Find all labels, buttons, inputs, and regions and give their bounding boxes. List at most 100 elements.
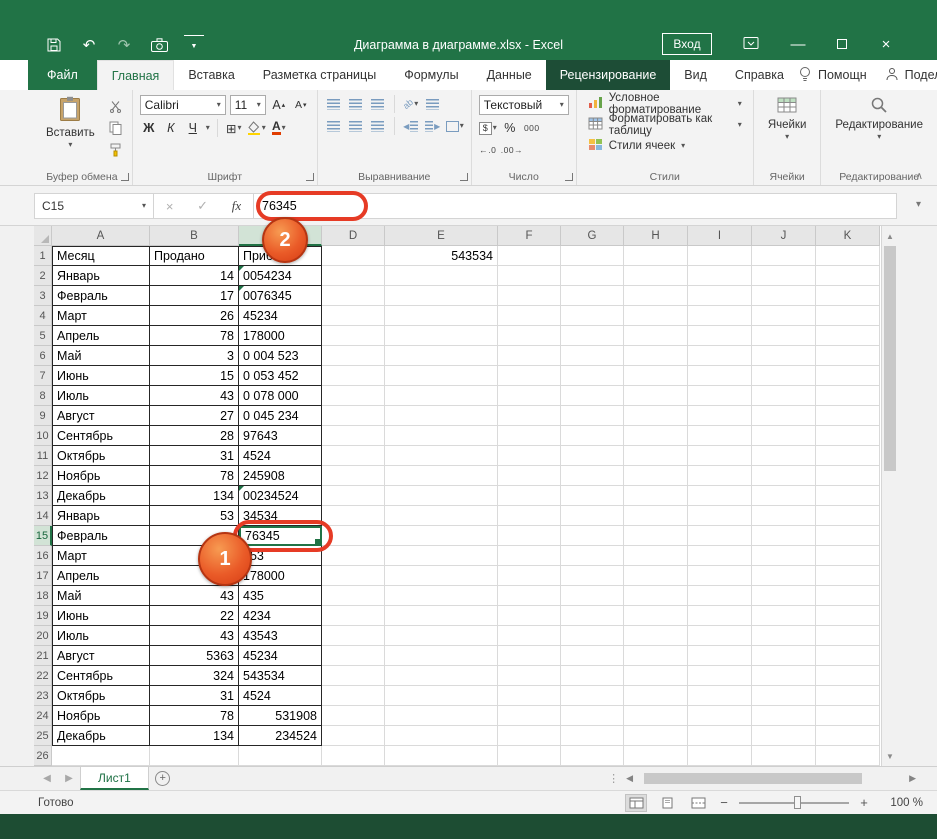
row-header-2[interactable]: 2 [34, 266, 52, 286]
row-header-22[interactable]: 22 [34, 666, 52, 686]
wrap-text-icon[interactable] [424, 95, 442, 113]
column-header-F[interactable]: F [498, 226, 561, 246]
cell-C3[interactable]: 0076345 [239, 286, 322, 306]
vertical-scrollbar[interactable]: ▲ ▼ [881, 226, 898, 766]
cell-B20[interactable]: 43 [150, 626, 239, 646]
assistant-button[interactable]: Помощн [798, 66, 867, 85]
cell-B23[interactable]: 31 [150, 686, 239, 706]
cell-D25[interactable] [322, 726, 385, 746]
cell-I8[interactable] [688, 386, 752, 406]
cell-K18[interactable] [816, 586, 880, 606]
align-middle-icon[interactable] [347, 95, 365, 113]
cell-J18[interactable] [752, 586, 816, 606]
row-header-18[interactable]: 18 [34, 586, 52, 606]
cell-J20[interactable] [752, 626, 816, 646]
cell-C18[interactable]: 435 [239, 586, 322, 606]
cell-G22[interactable] [561, 666, 624, 686]
row-header-21[interactable]: 21 [34, 646, 52, 666]
cell-H2[interactable] [624, 266, 688, 286]
expand-formula-bar-icon[interactable]: ▾ [916, 199, 921, 210]
cell-J14[interactable] [752, 506, 816, 526]
customize-qat-icon[interactable]: ▼ [184, 35, 204, 55]
cell-B18[interactable]: 43 [150, 586, 239, 606]
cell-I17[interactable] [688, 566, 752, 586]
cell-K22[interactable] [816, 666, 880, 686]
cell-K8[interactable] [816, 386, 880, 406]
cell-I24[interactable] [688, 706, 752, 726]
bold-button[interactable]: Ж [140, 119, 158, 137]
cell-K15[interactable] [816, 526, 880, 546]
cell-G12[interactable] [561, 466, 624, 486]
cell-E13[interactable] [385, 486, 498, 506]
cell-B13[interactable]: 134 [150, 486, 239, 506]
page-layout-view-icon[interactable] [656, 794, 678, 812]
cell-D21[interactable] [322, 646, 385, 666]
cell-D23[interactable] [322, 686, 385, 706]
cell-H22[interactable] [624, 666, 688, 686]
cell-A20[interactable]: Июль [52, 626, 150, 646]
column-header-J[interactable]: J [752, 226, 816, 246]
cell-H6[interactable] [624, 346, 688, 366]
cell-B25[interactable]: 134 [150, 726, 239, 746]
cell-A11[interactable]: Октябрь [52, 446, 150, 466]
zoom-out-icon[interactable]: − [718, 795, 730, 810]
cells-button[interactable]: Ячейки ▾ [761, 93, 814, 144]
underline-dropdown-icon[interactable]: ▾ [206, 124, 210, 132]
cell-K10[interactable] [816, 426, 880, 446]
cell-J2[interactable] [752, 266, 816, 286]
cell-C4[interactable]: 45234 [239, 306, 322, 326]
borders-icon[interactable]: ⊞▾ [225, 119, 243, 137]
tab-page-layout[interactable]: Разметка страницы [249, 60, 390, 90]
zoom-slider[interactable] [739, 802, 849, 804]
cell-F14[interactable] [498, 506, 561, 526]
cell-F4[interactable] [498, 306, 561, 326]
cell-D22[interactable] [322, 666, 385, 686]
cell-B6[interactable]: 3 [150, 346, 239, 366]
select-all-corner[interactable] [34, 226, 52, 246]
column-header-B[interactable]: B [150, 226, 239, 246]
cell-H8[interactable] [624, 386, 688, 406]
cell-A26[interactable] [52, 746, 150, 766]
tab-split-handle[interactable]: ⋮ [608, 772, 619, 785]
cell-E11[interactable] [385, 446, 498, 466]
number-dialog-launcher-icon[interactable] [565, 173, 573, 181]
tab-review[interactable]: Рецензирование [546, 60, 671, 90]
cell-E23[interactable] [385, 686, 498, 706]
row-header-19[interactable]: 19 [34, 606, 52, 626]
cell-K25[interactable] [816, 726, 880, 746]
comma-style-icon[interactable]: 000 [523, 119, 541, 137]
cell-E5[interactable] [385, 326, 498, 346]
cell-H19[interactable] [624, 606, 688, 626]
cell-J17[interactable] [752, 566, 816, 586]
cell-K24[interactable] [816, 706, 880, 726]
cell-J24[interactable] [752, 706, 816, 726]
cell-J23[interactable] [752, 686, 816, 706]
cell-J12[interactable] [752, 466, 816, 486]
cell-B24[interactable]: 78 [150, 706, 239, 726]
save-icon[interactable] [44, 35, 64, 55]
cell-K13[interactable] [816, 486, 880, 506]
cell-styles-button[interactable]: Стили ячеек ▾ [584, 135, 746, 156]
cell-A4[interactable]: Март [52, 306, 150, 326]
cell-E16[interactable] [385, 546, 498, 566]
cell-I12[interactable] [688, 466, 752, 486]
cell-I26[interactable] [688, 746, 752, 766]
zoom-in-icon[interactable]: + [858, 795, 870, 810]
cell-C9[interactable]: 0 045 234 [239, 406, 322, 426]
cell-E2[interactable] [385, 266, 498, 286]
cell-J11[interactable] [752, 446, 816, 466]
vertical-scrollbar-thumb[interactable] [884, 246, 896, 471]
number-format-select[interactable]: Текстовый ▾ [479, 95, 569, 115]
cell-C12[interactable]: 245908 [239, 466, 322, 486]
cell-E7[interactable] [385, 366, 498, 386]
tab-formulas[interactable]: Формулы [390, 60, 472, 90]
cell-I3[interactable] [688, 286, 752, 306]
name-box[interactable]: C15 ▾ [34, 193, 154, 219]
cell-C6[interactable]: 0 004 523 [239, 346, 322, 366]
cell-K20[interactable] [816, 626, 880, 646]
cell-H11[interactable] [624, 446, 688, 466]
row-header-24[interactable]: 24 [34, 706, 52, 726]
cell-G11[interactable] [561, 446, 624, 466]
cell-J21[interactable] [752, 646, 816, 666]
cell-C2[interactable]: 0054234 [239, 266, 322, 286]
